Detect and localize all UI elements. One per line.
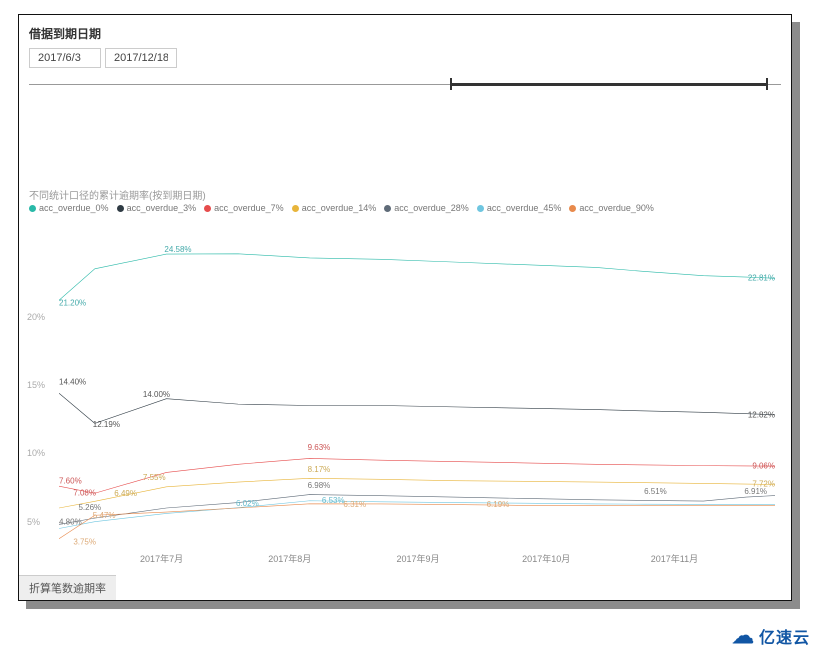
data-label: 6.31% xyxy=(343,500,366,509)
legend-dot-icon xyxy=(384,205,391,212)
data-label: 6.98% xyxy=(308,481,331,490)
data-label: 5.47% xyxy=(93,511,116,520)
slider-handle-right[interactable] xyxy=(766,78,768,90)
legend-dot-icon xyxy=(292,205,299,212)
legend-label: acc_overdue_45% xyxy=(487,203,562,213)
legend-label: acc_overdue_90% xyxy=(579,203,654,213)
legend-dot-icon xyxy=(117,205,124,212)
legend-label: acc_overdue_28% xyxy=(394,203,469,213)
data-label: 24.58% xyxy=(164,245,191,254)
legend-item[interactable]: acc_overdue_0% xyxy=(29,203,109,213)
date-from-input[interactable] xyxy=(29,48,101,68)
watermark-text: 亿速云 xyxy=(759,624,810,648)
data-label: 9.63% xyxy=(308,443,331,452)
data-label: 6.91% xyxy=(744,487,767,496)
legend-dot-icon xyxy=(29,205,36,212)
data-label: 5.26% xyxy=(78,503,101,512)
legend-dot-icon xyxy=(477,205,484,212)
legend-item[interactable]: acc_overdue_45% xyxy=(477,203,562,213)
watermark: ☁ 亿速云 xyxy=(732,623,810,649)
date-range-inputs xyxy=(19,48,791,76)
legend-item[interactable]: acc_overdue_90% xyxy=(569,203,654,213)
dashboard-card: 借据到期日期 不同统计口径的累计逾期率(按到期日期) acc_overdue_0… xyxy=(18,14,792,601)
data-label: 12.82% xyxy=(748,410,775,419)
series-line xyxy=(59,504,775,539)
data-label: 22.81% xyxy=(748,274,775,283)
y-tick-label: 15% xyxy=(27,380,45,390)
y-tick-label: 5% xyxy=(27,517,40,527)
chart-legend: acc_overdue_0% acc_overdue_3% acc_overdue_… xyxy=(29,203,654,213)
data-label: 21.20% xyxy=(59,299,86,308)
series-line xyxy=(59,501,775,529)
series-line xyxy=(59,495,775,525)
data-label: 8.17% xyxy=(308,465,331,474)
series-line xyxy=(59,254,775,300)
chart-svg xyxy=(59,221,775,549)
data-label: 14.00% xyxy=(143,390,170,399)
data-label: 6.02% xyxy=(236,499,259,508)
legend-item[interactable]: acc_overdue_7% xyxy=(204,203,284,213)
legend-label: acc_overdue_7% xyxy=(214,203,284,213)
legend-label: acc_overdue_14% xyxy=(302,203,377,213)
data-label: 14.40% xyxy=(59,378,86,387)
y-tick-label: 20% xyxy=(27,312,45,322)
data-label: 4.80% xyxy=(59,517,82,526)
chart-title: 不同统计口径的累计逾期率(按到期日期) xyxy=(29,187,206,202)
data-label: 6.19% xyxy=(487,500,510,509)
series-line xyxy=(59,478,775,508)
data-label: 12.19% xyxy=(93,420,120,429)
cloud-icon: ☁ xyxy=(732,623,755,649)
data-label: 6.49% xyxy=(114,489,137,498)
legend-item[interactable]: acc_overdue_28% xyxy=(384,203,469,213)
section-title: 借据到期日期 xyxy=(19,15,791,48)
data-label: 7.60% xyxy=(59,476,82,485)
legend-label: acc_overdue_3% xyxy=(127,203,197,213)
series-line xyxy=(59,458,775,493)
chart-plot[interactable]: 24.58% 22.81% 21.20% 14.40% 14.00% 12.19% 12.8… xyxy=(59,221,775,549)
legend-label: acc_overdue_0% xyxy=(39,203,109,213)
data-label: 6.53% xyxy=(322,496,345,505)
data-label: 7.55% xyxy=(143,473,166,482)
data-label: 7.08% xyxy=(73,489,96,498)
legend-item[interactable]: acc_overdue_14% xyxy=(292,203,377,213)
slider-selected-segment xyxy=(450,83,766,86)
y-tick-label: 10% xyxy=(27,448,45,458)
legend-dot-icon xyxy=(204,205,211,212)
data-label: 9.06% xyxy=(752,462,775,471)
slider-handle-left[interactable] xyxy=(450,78,452,90)
data-label: 3.75% xyxy=(73,538,96,547)
time-range-slider[interactable] xyxy=(29,76,781,94)
legend-item[interactable]: acc_overdue_3% xyxy=(117,203,197,213)
legend-dot-icon xyxy=(569,205,576,212)
date-to-input[interactable] xyxy=(105,48,177,68)
chart-area: 不同统计口径的累计逾期率(按到期日期) acc_overdue_0%acc_ov… xyxy=(25,195,785,575)
bottom-tab[interactable]: 折算笔数逾期率 xyxy=(19,575,116,600)
data-label: 6.51% xyxy=(644,487,667,496)
